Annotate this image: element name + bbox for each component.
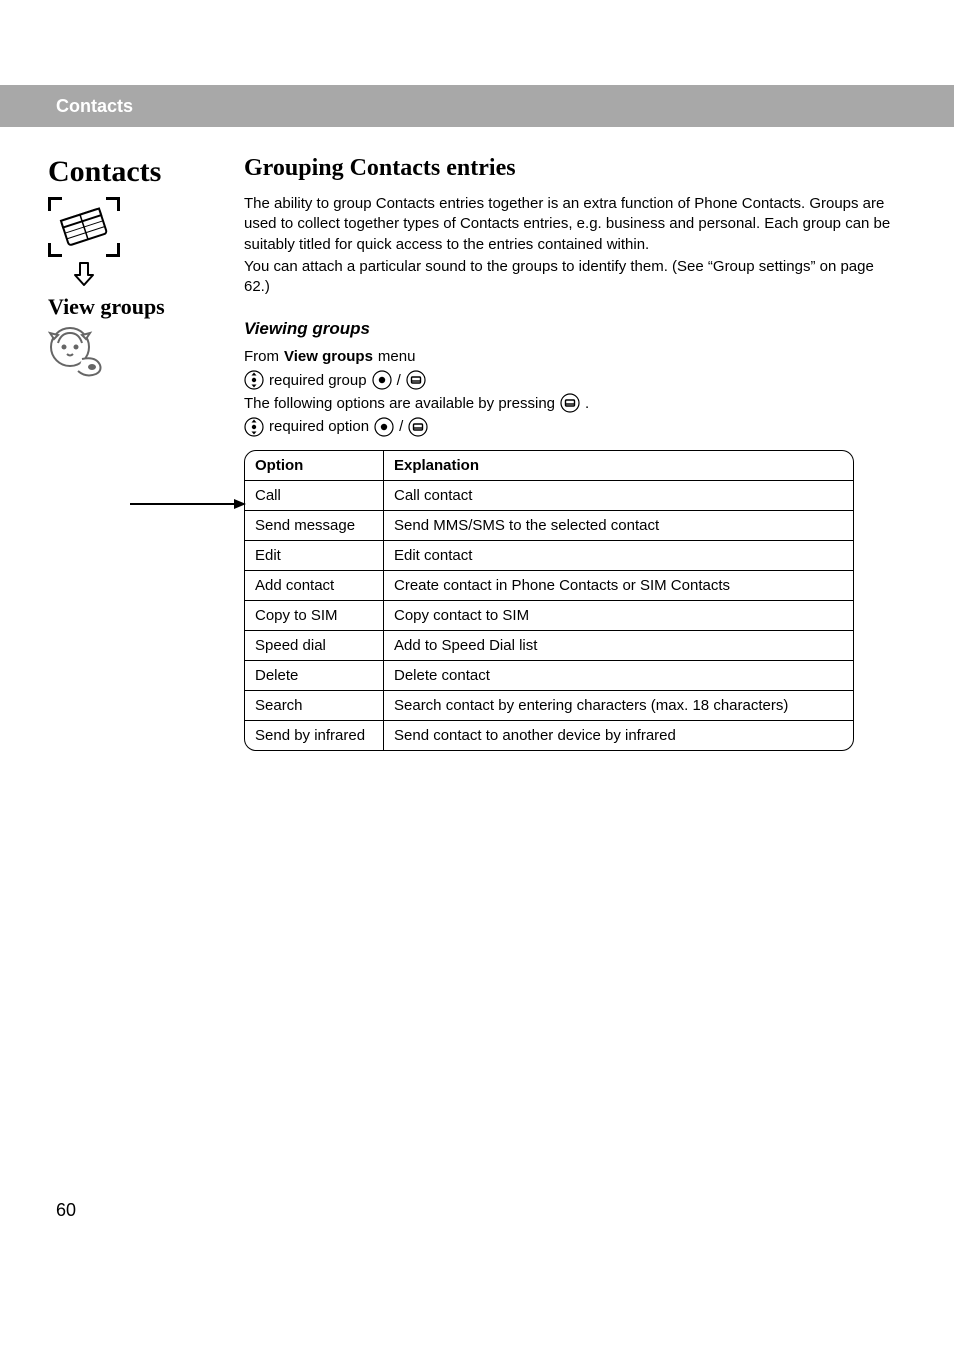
softkey-icon bbox=[408, 417, 428, 437]
pointer-arrow-icon bbox=[128, 497, 246, 511]
cell-option: Copy to SIM bbox=[244, 601, 384, 631]
sub-heading: Viewing groups bbox=[244, 319, 896, 339]
table-header-option: Option bbox=[244, 450, 384, 481]
cell-option: Edit bbox=[244, 541, 384, 571]
instruction-block: From View groups menu required group / bbox=[244, 345, 896, 438]
cell-option: Delete bbox=[244, 661, 384, 691]
content-area: Contacts View groups bbox=[0, 127, 954, 751]
frame-corner bbox=[106, 243, 120, 257]
text: / bbox=[397, 369, 401, 392]
cell-explanation: Delete contact bbox=[384, 661, 854, 691]
text: From bbox=[244, 345, 279, 368]
table-row: DeleteDelete contact bbox=[244, 661, 854, 691]
table-row: CallCall contact bbox=[244, 481, 854, 511]
cell-explanation: Create contact in Phone Contacts or SIM … bbox=[384, 571, 854, 601]
table-row: SearchSearch contact by entering charact… bbox=[244, 691, 854, 721]
softkey-icon bbox=[560, 393, 580, 413]
main-title: Grouping Contacts entries bbox=[244, 155, 896, 182]
nav-updown-icon bbox=[244, 370, 264, 390]
text-bold: View groups bbox=[284, 345, 373, 368]
select-center-icon bbox=[372, 370, 392, 390]
main-content: Grouping Contacts entries The ability to… bbox=[244, 155, 896, 751]
cell-option: Add contact bbox=[244, 571, 384, 601]
instruction-line: required group / bbox=[244, 369, 896, 392]
nav-updown-icon bbox=[244, 417, 264, 437]
cat-contact-icon bbox=[48, 325, 203, 377]
section-header-label: Contacts bbox=[56, 96, 133, 117]
text: . bbox=[585, 392, 589, 415]
down-arrow-icon bbox=[48, 261, 120, 292]
cell-explanation: Call contact bbox=[384, 481, 854, 511]
sidebar-subheading: View groups bbox=[48, 294, 203, 319]
frame-corner bbox=[48, 243, 62, 257]
table-header-explanation: Explanation bbox=[384, 450, 854, 481]
cell-option: Search bbox=[244, 691, 384, 721]
cell-option: Send message bbox=[244, 511, 384, 541]
instruction-line: The following options are available by p… bbox=[244, 392, 896, 415]
cell-explanation: Send contact to another device by infrar… bbox=[384, 721, 854, 751]
table-header-row: Option Explanation bbox=[244, 450, 854, 481]
cell-explanation: Search contact by entering characters (m… bbox=[384, 691, 854, 721]
instruction-line: required option / bbox=[244, 415, 896, 438]
paragraph: The ability to group Contacts entries to… bbox=[244, 194, 896, 255]
select-center-icon bbox=[374, 417, 394, 437]
table-row: EditEdit contact bbox=[244, 541, 854, 571]
softkey-icon bbox=[406, 370, 426, 390]
options-table: Option Explanation CallCall contact Send… bbox=[244, 450, 854, 751]
page-number: 60 bbox=[56, 1200, 76, 1221]
text: menu bbox=[378, 345, 416, 368]
text: The following options are available by p… bbox=[244, 392, 555, 415]
text: / bbox=[399, 415, 403, 438]
table-row: Send messageSend MMS/SMS to the selected… bbox=[244, 511, 854, 541]
cell-explanation: Send MMS/SMS to the selected contact bbox=[384, 511, 854, 541]
paragraph: You can attach a particular sound to the… bbox=[244, 257, 896, 298]
text: required group bbox=[269, 369, 367, 392]
cell-explanation: Edit contact bbox=[384, 541, 854, 571]
section-header-band: Contacts bbox=[0, 85, 954, 127]
table-row: Copy to SIMCopy contact to SIM bbox=[244, 601, 854, 631]
sidebar: Contacts View groups bbox=[48, 155, 203, 377]
frame-corner bbox=[48, 197, 62, 211]
frame-corner bbox=[106, 197, 120, 211]
cell-option: Speed dial bbox=[244, 631, 384, 661]
cell-option: Send by infrared bbox=[244, 721, 384, 751]
sidebar-title: Contacts bbox=[48, 155, 203, 189]
instruction-line: From View groups menu bbox=[244, 345, 896, 368]
contacts-menu-icon bbox=[48, 197, 120, 257]
table-row: Speed dialAdd to Speed Dial list bbox=[244, 631, 854, 661]
cell-explanation: Add to Speed Dial list bbox=[384, 631, 854, 661]
table-row: Send by infraredSend contact to another … bbox=[244, 721, 854, 751]
cell-option: Call bbox=[244, 481, 384, 511]
top-margin bbox=[0, 0, 954, 85]
table-row: Add contactCreate contact in Phone Conta… bbox=[244, 571, 854, 601]
cell-explanation: Copy contact to SIM bbox=[384, 601, 854, 631]
text: required option bbox=[269, 415, 369, 438]
